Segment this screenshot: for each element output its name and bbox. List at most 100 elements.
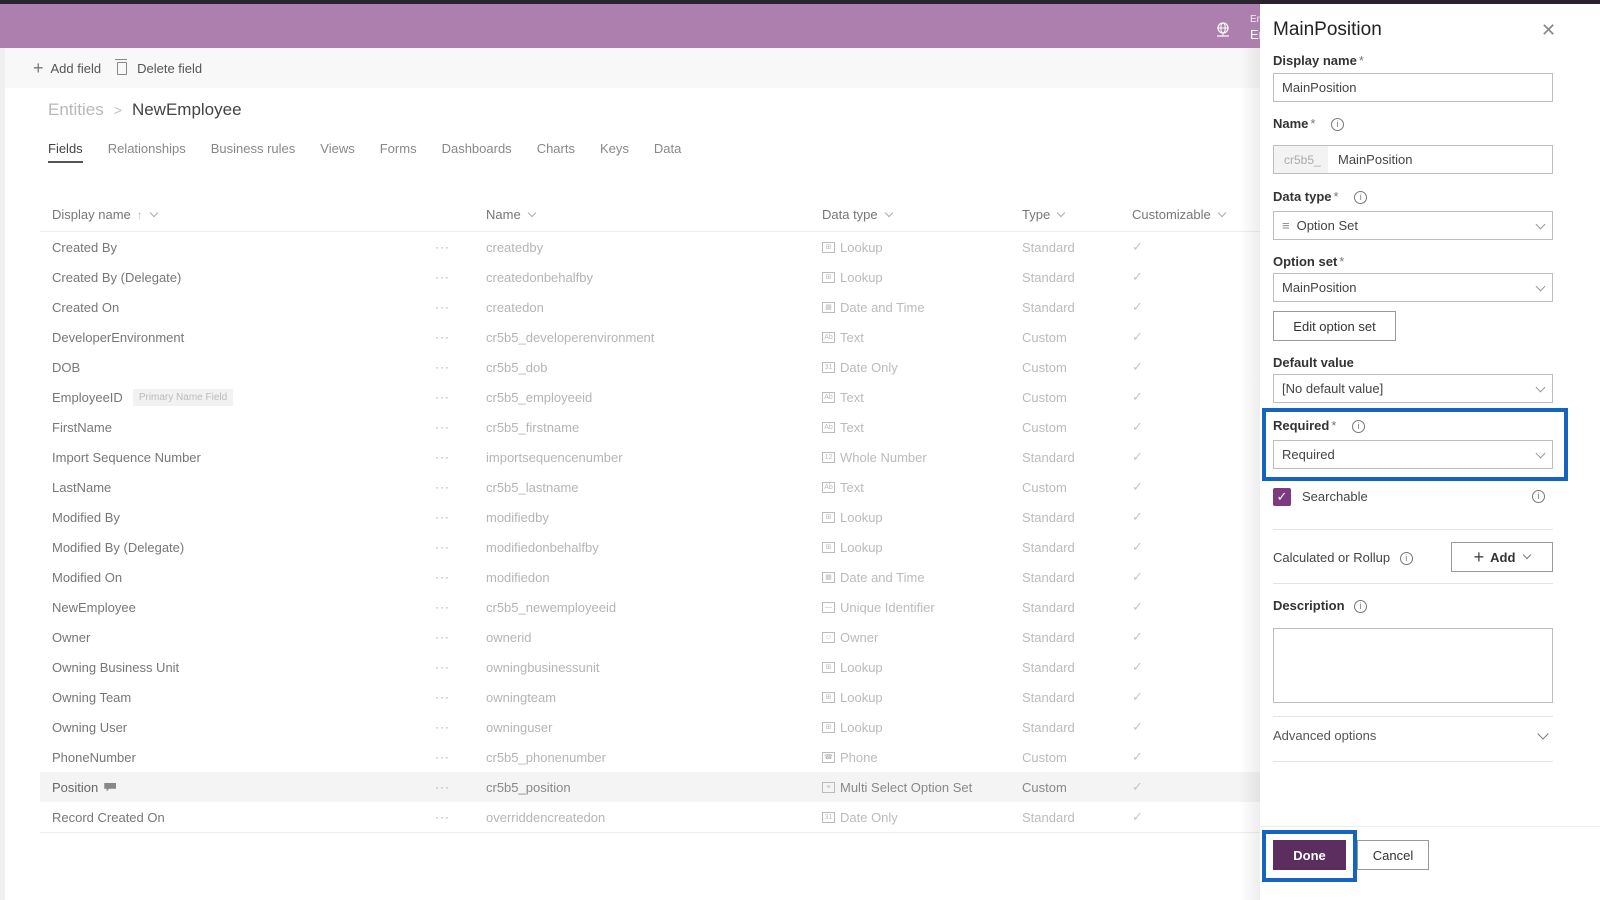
more-options-button[interactable]: ··· xyxy=(435,270,486,284)
add-calculated-button[interactable]: + Add xyxy=(1451,542,1553,572)
more-options-button[interactable]: ··· xyxy=(435,720,486,734)
table-row[interactable]: Created By (Delegate) ··· createdonbehal… xyxy=(40,262,1260,292)
table-row[interactable]: Owning Business Unit ··· owningbusinessu… xyxy=(40,652,1260,682)
info-icon[interactable]: i xyxy=(1354,191,1368,205)
display-name-input[interactable]: MainPosition xyxy=(1273,73,1553,102)
table-row[interactable]: DOB ··· cr5b5_dob 31 Date Only Custom ✓ xyxy=(40,352,1260,382)
more-options-button[interactable]: ··· xyxy=(435,420,486,434)
delete-field-button[interactable]: Delete field xyxy=(115,58,202,76)
cancel-button[interactable]: Cancel xyxy=(1357,840,1429,870)
table-row[interactable]: Modified By (Delegate) ··· modifiedonbeh… xyxy=(40,532,1260,562)
more-options-button[interactable]: ··· xyxy=(435,780,486,794)
info-icon[interactable]: i xyxy=(1352,420,1366,434)
more-options-button[interactable]: ··· xyxy=(435,480,486,494)
more-options-button[interactable]: ··· xyxy=(435,450,486,464)
table-row[interactable]: Created By ··· createdby ⊞ Lookup Standa… xyxy=(40,232,1260,262)
dropdown-value: [No default value] xyxy=(1282,381,1384,396)
table-row[interactable]: Record Created On ··· overriddencreatedo… xyxy=(40,802,1260,832)
owner-icon: ☺ xyxy=(822,631,835,643)
type-cell: Custom xyxy=(1022,359,1067,375)
display-name-cell: DeveloperEnvironment xyxy=(40,330,435,345)
display-name: EmployeeID xyxy=(52,389,123,405)
edit-option-set-button[interactable]: Edit option set xyxy=(1273,311,1396,341)
breadcrumb-entities[interactable]: Entities xyxy=(48,100,104,120)
table-row[interactable]: NewEmployee ··· cr5b5_newemployeeid — Un… xyxy=(40,592,1260,622)
schema-name-cell: owningteam xyxy=(486,689,557,705)
tab-views[interactable]: Views xyxy=(320,141,354,163)
tab-fields[interactable]: Fields xyxy=(48,141,83,163)
more-options-button[interactable]: ··· xyxy=(435,240,486,254)
table-row[interactable]: Position ··· cr5b5_position ≡ Multi Sele… xyxy=(40,772,1260,802)
table-row[interactable]: Import Sequence Number ··· importsequenc… xyxy=(40,442,1260,472)
tab-charts[interactable]: Charts xyxy=(537,141,575,163)
info-icon[interactable]: i xyxy=(1532,490,1545,503)
tab-forms[interactable]: Forms xyxy=(380,141,417,163)
add-field-button[interactable]: + Add field xyxy=(33,59,101,77)
type-cell: Standard xyxy=(1022,809,1075,825)
done-button[interactable]: Done xyxy=(1273,840,1346,870)
more-options-button[interactable]: ··· xyxy=(435,390,486,404)
table-row[interactable]: LastName ··· cr5b5_lastname Ab Text Cust… xyxy=(40,472,1260,502)
more-options-button[interactable]: ··· xyxy=(435,360,486,374)
more-options-button[interactable]: ··· xyxy=(435,300,486,314)
tab-dashboards[interactable]: Dashboards xyxy=(442,141,512,163)
info-icon[interactable]: i xyxy=(1354,600,1368,614)
table-row[interactable]: DeveloperEnvironment ··· cr5b5_developer… xyxy=(40,322,1260,352)
name-input[interactable]: cr5b5_ MainPosition xyxy=(1273,145,1553,174)
option-set-dropdown[interactable]: MainPosition xyxy=(1273,273,1553,302)
more-options-button[interactable]: ··· xyxy=(435,570,486,584)
table-row[interactable]: FirstName ··· cr5b5_firstname Ab Text Cu… xyxy=(40,412,1260,442)
type-cell: Custom xyxy=(1022,329,1067,345)
panel-title: MainPosition xyxy=(1273,19,1382,40)
table-row[interactable]: Modified On ··· modifiedon ▦ Date and Ti… xyxy=(40,562,1260,592)
customizable-check-icon: ✓ xyxy=(1132,569,1143,584)
divider xyxy=(1273,529,1553,530)
required-dropdown[interactable]: Required xyxy=(1273,440,1553,469)
column-header-type[interactable]: Type xyxy=(1022,207,1132,222)
tab-keys[interactable]: Keys xyxy=(600,141,629,163)
data-type-label: Lookup xyxy=(840,659,883,675)
table-row[interactable]: Modified By ··· modifiedby ⊞ Lookup Stan… xyxy=(40,502,1260,532)
more-options-button[interactable]: ··· xyxy=(435,540,486,554)
searchable-checkbox[interactable]: ✓ xyxy=(1273,488,1291,506)
table-row[interactable]: PhoneNumber ··· cr5b5_phonenumber ☎ Phon… xyxy=(40,742,1260,772)
data-type-dropdown[interactable]: ≡ Option Set xyxy=(1273,211,1553,240)
schema-name-cell: cr5b5_newemployeeid xyxy=(486,599,617,615)
more-options-button[interactable]: ··· xyxy=(435,630,486,644)
plus-icon: + xyxy=(1473,546,1485,567)
display-name: Modified By (Delegate) xyxy=(52,539,185,555)
tab-data[interactable]: Data xyxy=(654,141,681,163)
display-name: Position xyxy=(52,779,99,795)
chevron-down-icon xyxy=(1535,219,1546,230)
schema-name-cell: owninguser xyxy=(486,719,553,735)
info-icon[interactable]: i xyxy=(1399,552,1413,566)
more-options-button[interactable]: ··· xyxy=(435,510,486,524)
table-row[interactable]: EmployeeID Primary Name Field ··· cr5b5_… xyxy=(40,382,1260,412)
plus-icon: + xyxy=(33,58,44,78)
customizable-check-icon: ✓ xyxy=(1132,809,1143,824)
column-header-display-name[interactable]: Display name ↑ xyxy=(40,207,435,222)
data-type-label: Lookup xyxy=(840,539,883,555)
table-row[interactable]: Owner ··· ownerid ☺ Owner Standard ✓ xyxy=(40,622,1260,652)
more-options-button[interactable]: ··· xyxy=(435,600,486,614)
more-options-button[interactable]: ··· xyxy=(435,750,486,764)
schema-name-cell: cr5b5_developerenvironment xyxy=(486,329,655,345)
tab-business-rules[interactable]: Business rules xyxy=(211,141,296,163)
more-options-button[interactable]: ··· xyxy=(435,810,486,824)
table-row[interactable]: Created On ··· createdon ▦ Date and Time… xyxy=(40,292,1260,322)
more-options-button[interactable]: ··· xyxy=(435,330,486,344)
column-header-customizable[interactable]: Customizable xyxy=(1132,207,1227,222)
description-textarea[interactable] xyxy=(1273,628,1553,703)
default-value-dropdown[interactable]: [No default value] xyxy=(1273,374,1553,403)
close-icon[interactable]: ✕ xyxy=(1541,20,1556,41)
tab-relationships[interactable]: Relationships xyxy=(108,141,186,163)
advanced-options-toggle[interactable]: Advanced options xyxy=(1273,728,1553,743)
info-icon[interactable]: i xyxy=(1331,118,1345,132)
column-header-name[interactable]: Name xyxy=(486,207,822,222)
table-row[interactable]: Owning Team ··· owningteam ⊞ Lookup Stan… xyxy=(40,682,1260,712)
more-options-button[interactable]: ··· xyxy=(435,660,486,674)
more-options-button[interactable]: ··· xyxy=(435,690,486,704)
customizable-check-icon: ✓ xyxy=(1132,239,1143,254)
table-row[interactable]: Owning User ··· owninguser ⊞ Lookup Stan… xyxy=(40,712,1260,742)
column-header-data-type[interactable]: Data type xyxy=(822,207,1022,222)
